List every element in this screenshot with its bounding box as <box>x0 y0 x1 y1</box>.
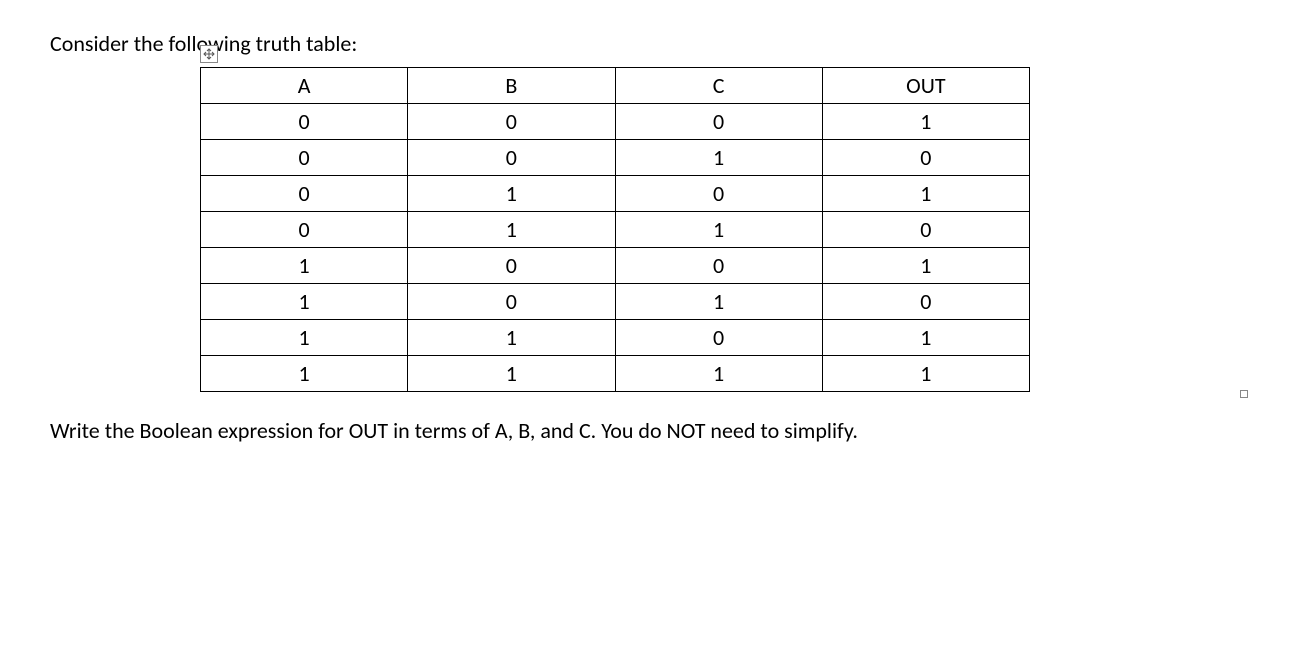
table-cell: 0 <box>408 104 615 140</box>
table-cell: 0 <box>201 176 408 212</box>
table-row: 1 0 1 0 <box>201 284 1030 320</box>
table-cell: 0 <box>822 284 1029 320</box>
table-cell: 0 <box>201 212 408 248</box>
table-cell: 1 <box>201 284 408 320</box>
table-row: 1 0 0 1 <box>201 248 1030 284</box>
table-cell: 0 <box>822 140 1029 176</box>
table-cell: 1 <box>615 284 822 320</box>
table-cell: 1 <box>822 356 1029 392</box>
table-row: 1 1 1 1 <box>201 356 1030 392</box>
table-cell: 1 <box>408 356 615 392</box>
table-cell: 1 <box>822 104 1029 140</box>
table-anchor-icon[interactable] <box>200 45 218 63</box>
table-cell: 1 <box>615 212 822 248</box>
intro-text: Consider the following truth table: <box>50 30 1242 57</box>
table-row: 0 0 0 1 <box>201 104 1030 140</box>
header-cell: OUT <box>822 68 1029 104</box>
table-cell: 1 <box>201 248 408 284</box>
table-row: 0 0 1 0 <box>201 140 1030 176</box>
table-cell: 0 <box>615 320 822 356</box>
table-cell: 1 <box>822 176 1029 212</box>
table-cell: 0 <box>822 212 1029 248</box>
table-cell: 1 <box>822 248 1029 284</box>
table-cell: 1 <box>408 176 615 212</box>
header-cell: A <box>201 68 408 104</box>
table-wrapper: A B C OUT 0 0 0 1 0 0 1 0 0 1 0 1 0 1 1 … <box>200 67 1242 392</box>
table-cell: 0 <box>615 248 822 284</box>
table-cell: 0 <box>615 176 822 212</box>
table-cell: 1 <box>615 140 822 176</box>
table-row: A B C OUT <box>201 68 1030 104</box>
table-cell: 1 <box>201 320 408 356</box>
table-cell: 1 <box>822 320 1029 356</box>
table-cell: 0 <box>408 140 615 176</box>
header-cell: C <box>615 68 822 104</box>
table-row: 0 1 1 0 <box>201 212 1030 248</box>
table-cell: 1 <box>408 320 615 356</box>
table-cell: 1 <box>615 356 822 392</box>
table-cell: 0 <box>201 104 408 140</box>
table-cell: 1 <box>408 212 615 248</box>
table-cell: 0 <box>408 284 615 320</box>
table-row: 1 1 0 1 <box>201 320 1030 356</box>
table-cell: 1 <box>201 356 408 392</box>
table-cell: 0 <box>408 248 615 284</box>
truth-table: A B C OUT 0 0 0 1 0 0 1 0 0 1 0 1 0 1 1 … <box>200 67 1030 392</box>
table-resize-handle-icon[interactable] <box>1240 390 1248 398</box>
table-row: 0 1 0 1 <box>201 176 1030 212</box>
conclusion-text: Write the Boolean expression for OUT in … <box>50 417 1242 444</box>
table-cell: 0 <box>201 140 408 176</box>
header-cell: B <box>408 68 615 104</box>
table-cell: 0 <box>615 104 822 140</box>
